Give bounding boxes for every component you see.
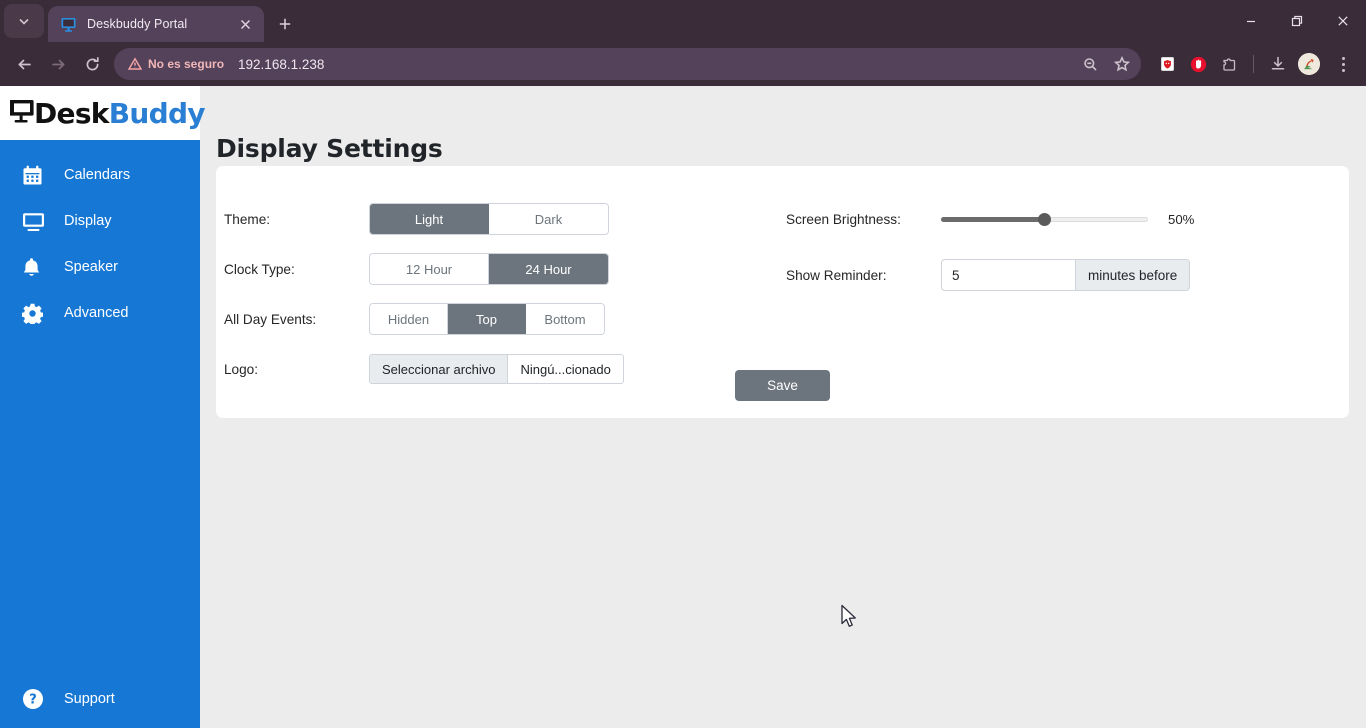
brightness-slider[interactable]: [941, 210, 1148, 228]
warning-triangle-icon: [128, 57, 142, 71]
brightness-label: Screen Brightness:: [786, 212, 941, 227]
forward-button[interactable]: [42, 48, 74, 80]
clock-type-option-24h[interactable]: 24 Hour: [489, 254, 608, 284]
browser-toolbar: No es seguro 192.168.1.238: [0, 42, 1366, 86]
zoom-search-icon[interactable]: [1075, 49, 1105, 79]
logo-text-desk: Desk: [34, 97, 109, 130]
sidebar-item-label: Speaker: [64, 259, 118, 275]
window-close-icon: [1337, 15, 1349, 27]
maximize-button[interactable]: [1274, 0, 1320, 42]
theme-option-dark[interactable]: Dark: [489, 204, 608, 234]
bookmark-star-icon[interactable]: [1107, 49, 1137, 79]
puzzle-extensions-icon[interactable]: [1215, 50, 1243, 78]
browser-window: Deskbuddy Portal: [0, 0, 1366, 728]
minimize-button[interactable]: [1228, 0, 1274, 42]
sidebar-item-label: Advanced: [64, 305, 129, 321]
settings-left-column: Theme: Light Dark Clock Type: 12 Hour 24…: [216, 194, 786, 394]
logo-text-buddy: Buddy: [109, 97, 205, 130]
slider-thumb[interactable]: [1038, 213, 1051, 226]
toolbar-divider: [1253, 55, 1254, 73]
shield-extension-icon[interactable]: [1153, 50, 1181, 78]
save-button[interactable]: Save: [735, 370, 830, 401]
security-label: No es seguro: [148, 57, 224, 71]
extension-icons: [1149, 49, 1358, 79]
downloads-button[interactable]: [1264, 50, 1292, 78]
new-tab-button[interactable]: [270, 9, 300, 39]
url-text: 192.168.1.238: [238, 57, 1075, 72]
chevron-down-icon: [18, 15, 30, 27]
sidebar-item-label: Calendars: [64, 167, 130, 183]
download-icon: [1269, 55, 1287, 73]
sidebar-item-speaker[interactable]: Speaker: [0, 244, 200, 290]
show-reminder-label: Show Reminder:: [786, 268, 941, 283]
all-day-events-toggle-group[interactable]: Hidden Top Bottom: [369, 303, 605, 335]
all-day-events-row: All Day Events: Hidden Top Bottom: [224, 294, 786, 344]
sidebar-item-label: Display: [64, 213, 112, 229]
page-body: DeskBuddy: [0, 86, 1366, 728]
monitor-icon: [22, 211, 56, 232]
sidebar-item-label: Support: [64, 691, 115, 707]
security-status[interactable]: No es seguro: [128, 57, 224, 71]
all-day-option-top[interactable]: Top: [448, 304, 526, 334]
reminder-minutes-input[interactable]: [941, 259, 1075, 291]
omnibox-icons: [1075, 49, 1137, 79]
tab-title: Deskbuddy Portal: [87, 17, 234, 31]
theme-option-light[interactable]: Light: [370, 204, 489, 234]
gear-icon: [22, 303, 56, 324]
three-dots-menu-icon[interactable]: [1328, 49, 1358, 79]
slider-fill: [941, 217, 1045, 222]
profile-button[interactable]: [1295, 50, 1323, 78]
svg-text:?: ?: [29, 693, 37, 708]
calendar-icon: [22, 165, 56, 186]
monitor-icon: [60, 16, 77, 33]
theme-toggle-group[interactable]: Light Dark: [369, 203, 609, 235]
theme-label: Theme:: [224, 212, 369, 227]
reminder-suffix-label: minutes before: [1075, 259, 1190, 291]
close-icon[interactable]: [234, 13, 256, 35]
question-circle-icon: ?: [22, 688, 56, 710]
bell-icon: [22, 257, 56, 278]
clock-type-label: Clock Type:: [224, 262, 369, 277]
sidebar-item-support[interactable]: ? Support: [0, 688, 115, 710]
reload-icon: [84, 56, 101, 73]
clock-type-toggle-group[interactable]: 12 Hour 24 Hour: [369, 253, 609, 285]
show-reminder-row: Show Reminder: minutes before: [786, 250, 1306, 300]
settings-right-column: Screen Brightness: 50%: [786, 194, 1306, 394]
browser-tab[interactable]: Deskbuddy Portal: [48, 6, 264, 42]
sidebar: DeskBuddy: [0, 86, 200, 728]
tab-strip: Deskbuddy Portal: [0, 0, 1366, 42]
app-logo[interactable]: DeskBuddy: [0, 86, 200, 140]
reload-button[interactable]: [76, 48, 108, 80]
sidebar-item-display[interactable]: Display: [0, 198, 200, 244]
settings-card: Theme: Light Dark Clock Type: 12 Hour 24…: [216, 166, 1349, 418]
arrow-left-icon: [16, 56, 33, 73]
sidebar-item-calendars[interactable]: Calendars: [0, 152, 200, 198]
sidebar-nav: Calendars Display: [0, 140, 200, 336]
tab-search-button[interactable]: [4, 4, 44, 38]
minimize-icon: [1245, 15, 1257, 27]
sidebar-item-advanced[interactable]: Advanced: [0, 290, 200, 336]
arrow-right-icon: [50, 56, 67, 73]
clock-type-row: Clock Type: 12 Hour 24 Hour: [224, 244, 786, 294]
brightness-row: Screen Brightness: 50%: [786, 194, 1306, 244]
close-window-button[interactable]: [1320, 0, 1366, 42]
avatar: [1298, 53, 1320, 75]
brightness-value: 50%: [1168, 212, 1194, 227]
address-bar[interactable]: No es seguro 192.168.1.238: [114, 48, 1141, 80]
plus-icon: [278, 17, 292, 31]
back-button[interactable]: [8, 48, 40, 80]
all-day-option-hidden[interactable]: Hidden: [370, 304, 448, 334]
page-title: Display Settings: [216, 134, 1366, 163]
theme-row: Theme: Light Dark: [224, 194, 786, 244]
monitor-logo-icon: [8, 97, 35, 131]
clock-type-option-12h[interactable]: 12 Hour: [370, 254, 489, 284]
main-content: Display Settings Theme: Light Dark Clock: [200, 86, 1366, 728]
window-controls: [1228, 0, 1366, 42]
adblock-hand-extension-icon[interactable]: [1184, 50, 1212, 78]
all-day-option-bottom[interactable]: Bottom: [526, 304, 604, 334]
restore-icon: [1291, 15, 1303, 27]
all-day-events-label: All Day Events:: [224, 312, 369, 327]
